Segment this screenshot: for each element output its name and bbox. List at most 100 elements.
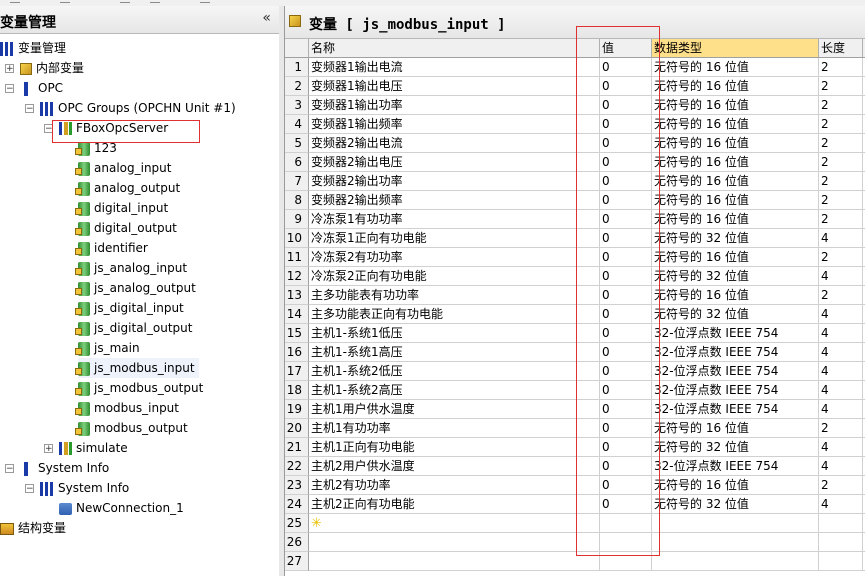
tree-node-group[interactable]: analog_output	[75, 178, 181, 198]
tree-node-opc[interactable]: OPC	[20, 78, 63, 98]
tree-node-group[interactable]: js_digital_input	[75, 298, 184, 318]
tree-label: js_digital_output	[94, 321, 193, 335]
row-number: 9	[285, 210, 309, 229]
tree-node-struct[interactable]: 结构变量	[0, 518, 66, 538]
tree-label: 变量管理	[18, 41, 67, 55]
collapse-panel-button[interactable]: «	[262, 10, 271, 26]
opc-server-icon	[59, 442, 72, 455]
tree-node-group-selected[interactable]: js_modbus_input	[75, 358, 199, 378]
panel-header: 变量 [ js_modbus_input ]	[285, 6, 865, 39]
tree-node-group[interactable]: js_analog_input	[75, 258, 188, 278]
tree-label: NewConnection_1	[76, 501, 184, 515]
tree-node-group[interactable]: js_main	[75, 338, 140, 358]
name-cell: 变频器2输出频率	[309, 191, 600, 210]
value-cell: 0	[600, 324, 652, 343]
tree-node-group[interactable]: js_modbus_output	[75, 378, 203, 398]
length-cell: 2	[819, 96, 863, 115]
expand-icon[interactable]: +	[44, 444, 53, 454]
collapse-icon[interactable]: −	[25, 484, 34, 494]
value-cell: 0	[600, 343, 652, 362]
column-header-length[interactable]: 长度	[819, 39, 863, 58]
type-cell: 无符号的 16 位值	[652, 286, 819, 305]
tree-node-connection[interactable]: NewConnection_1	[59, 498, 184, 518]
length-cell: 4	[819, 267, 863, 286]
group-icon	[75, 241, 90, 256]
value-cell: 0	[600, 58, 652, 77]
empty-cell	[600, 533, 652, 552]
collapse-icon[interactable]: −	[5, 464, 14, 474]
empty-cell	[819, 514, 863, 533]
column-header-name[interactable]: 名称	[309, 39, 600, 58]
tree-node-opc-groups[interactable]: OPC Groups (OPCHN Unit #1)	[40, 98, 236, 118]
tree-node-root[interactable]: 变量管理	[0, 38, 66, 58]
row-number: 5	[285, 134, 309, 153]
empty-cell	[309, 533, 600, 552]
system-info-icon	[20, 461, 34, 476]
tree-node-group[interactable]: js_analog_output	[75, 278, 196, 298]
type-cell: 32-位浮点数 IEEE 754	[652, 457, 819, 476]
new-row-icon[interactable]: ✳	[311, 516, 322, 531]
toolbar-remnant	[200, 0, 210, 3]
name-cell: 主机1-系统2低压	[309, 362, 600, 381]
variable-table-panel: 变量 [ js_modbus_input ] 名称值数据类型长度地1变频器1输出…	[284, 6, 865, 576]
value-cell: 0	[600, 267, 652, 286]
length-cell: 4	[819, 438, 863, 457]
tree-label: analog_output	[94, 181, 181, 195]
name-cell: 主多功能表正向有功电能	[309, 305, 600, 324]
tree-label: js_analog_input	[94, 261, 188, 275]
tree-node-group[interactable]: identifier	[75, 238, 148, 258]
value-cell: 0	[600, 495, 652, 514]
name-cell: 变频器2输出功率	[309, 172, 600, 191]
toolbar-remnant	[10, 0, 20, 3]
name-cell: 变频器2输出电压	[309, 153, 600, 172]
length-cell: 4	[819, 381, 863, 400]
group-icon	[75, 161, 90, 176]
expand-icon[interactable]: +	[5, 64, 14, 74]
tree-label: js_analog_output	[94, 281, 196, 295]
tree-node-group[interactable]: modbus_output	[75, 418, 188, 438]
name-cell: 主机1-系统2高压	[309, 381, 600, 400]
corner-header-cell[interactable]	[285, 39, 309, 58]
length-cell: 4	[819, 324, 863, 343]
group-icon	[75, 141, 90, 156]
tree-node-group[interactable]: modbus_input	[75, 398, 179, 418]
row-number: 13	[285, 286, 309, 305]
collapse-icon[interactable]: −	[5, 84, 14, 94]
empty-cell	[652, 533, 819, 552]
length-cell: 2	[819, 77, 863, 96]
name-cell: 变频器1输出电压	[309, 77, 600, 96]
tree-label: OPC	[38, 81, 64, 95]
tree-node-internal[interactable]: 内部变量	[20, 58, 84, 78]
variable-management-panel: 变量管理 « 变量管理 + 内部变量 − OPC − OPC Groups (O…	[0, 6, 280, 576]
type-cell: 无符号的 16 位值	[652, 191, 819, 210]
connection-icon	[59, 502, 72, 515]
struct-variable-icon	[0, 522, 14, 535]
tree-node-system-info-child[interactable]: System Info	[40, 478, 129, 498]
group-icon	[75, 181, 90, 196]
group-icon	[75, 381, 90, 396]
annotation-highlight-box	[52, 120, 200, 143]
variable-group-icon	[289, 15, 301, 27]
value-cell: 0	[600, 419, 652, 438]
tree-node-group[interactable]: js_digital_output	[75, 318, 193, 338]
tree-node-group[interactable]: digital_output	[75, 218, 177, 238]
value-cell: 0	[600, 134, 652, 153]
tree-label: 123	[94, 141, 117, 155]
value-cell: 0	[600, 77, 652, 96]
panel-header: 变量管理 «	[0, 6, 279, 34]
group-icon	[75, 361, 90, 376]
column-header-value[interactable]: 值	[600, 39, 652, 58]
group-icon	[75, 321, 90, 336]
collapse-icon[interactable]: −	[25, 104, 34, 114]
tree-node-group[interactable]: analog_input	[75, 158, 171, 178]
length-cell: 4	[819, 229, 863, 248]
length-cell: 2	[819, 134, 863, 153]
row-number: 10	[285, 229, 309, 248]
tree-node-simulate[interactable]: simulate	[59, 438, 128, 458]
tree-node-system-info[interactable]: System Info	[20, 458, 109, 478]
tree-label: 结构变量	[18, 521, 67, 535]
tree-node-group[interactable]: digital_input	[75, 198, 168, 218]
column-header-type[interactable]: 数据类型	[652, 39, 819, 58]
internal-variable-icon	[20, 62, 32, 75]
length-cell: 4	[819, 457, 863, 476]
